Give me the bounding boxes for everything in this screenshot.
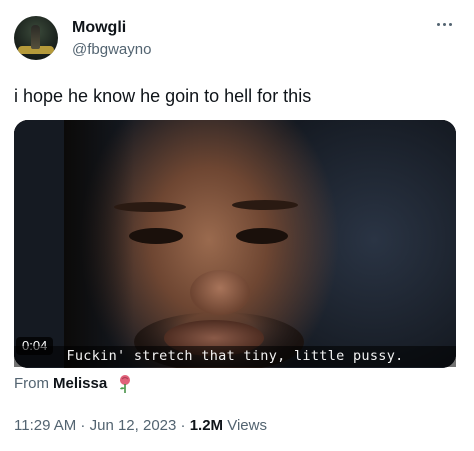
tweet-meta: 11:29 AM · Jun 12, 2023 · 1.2M Views <box>14 416 267 436</box>
meta-separator: · <box>176 417 190 434</box>
meta-separator: · <box>76 417 90 434</box>
left-eye <box>129 228 183 244</box>
author-name[interactable]: Mowgli <box>72 18 126 38</box>
avatar[interactable] <box>14 16 58 60</box>
video-subtitle: Fuckin' stretch that tiny, little pussy. <box>14 346 456 367</box>
rose-icon <box>120 375 131 393</box>
right-brow <box>232 200 298 210</box>
avatar-figure <box>31 25 40 49</box>
right-eye <box>236 228 288 244</box>
views-label: Views <box>223 417 267 434</box>
nose <box>190 270 250 315</box>
source-name[interactable]: Melissa <box>53 374 107 394</box>
video-player[interactable] <box>14 120 456 368</box>
author-handle[interactable]: @fbgwayno <box>72 40 151 60</box>
tweet-text: i hope he know he goin to hell for this <box>14 86 312 106</box>
more-icon[interactable] <box>432 18 456 30</box>
tweet-time[interactable]: 11:29 AM <box>14 417 76 434</box>
source-attribution: From Melissa <box>14 374 133 394</box>
source-prefix: From <box>14 375 49 392</box>
tweet-date[interactable]: Jun 12, 2023 <box>90 417 177 434</box>
left-brow <box>114 202 186 212</box>
views-count: 1.2M <box>189 417 224 434</box>
